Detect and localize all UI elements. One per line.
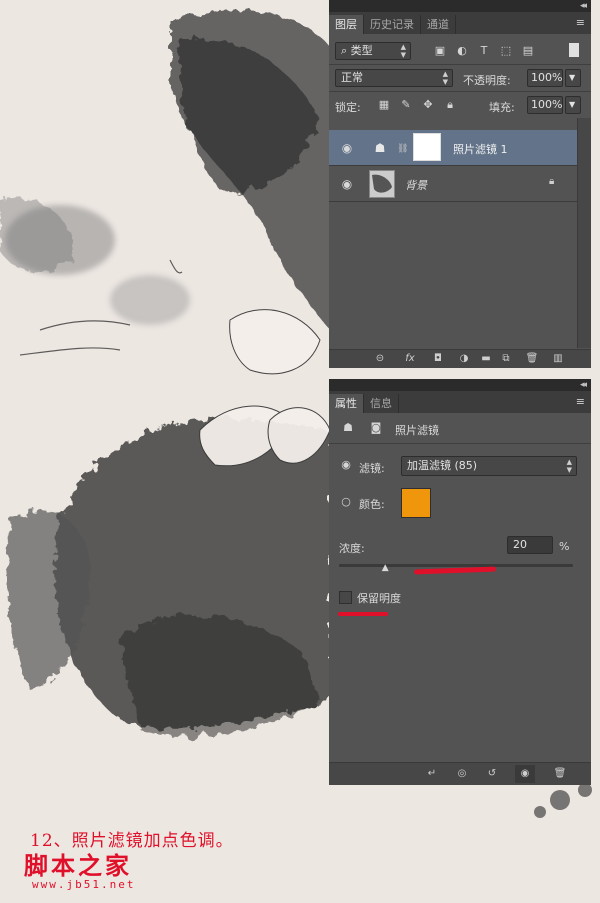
- add-mask-icon[interactable]: ◘: [431, 352, 445, 366]
- link-chain-icon[interactable]: ⛓: [397, 144, 408, 154]
- collapse-arrows-icon[interactable]: ◂◂: [580, 0, 587, 12]
- filter-row: ◉ 滤镜: 加温滤镜 (85) ▲ ▼: [329, 450, 591, 484]
- shape-filter-icon[interactable]: ⬚: [499, 44, 513, 58]
- properties-panel: ◂◂ 属性 信息 ≡ ☗ ◙ 照片滤镜 ◉ 滤镜: 加温滤镜 (85) ▲ ▼ ○…: [329, 379, 591, 785]
- clip-to-layer-icon[interactable]: ↵: [425, 767, 439, 781]
- blend-mode-select[interactable]: 正常 ▲ ▼: [335, 69, 453, 87]
- density-row: 浓度: 20 %: [329, 532, 591, 560]
- opacity-input[interactable]: 100%: [527, 69, 563, 87]
- view-previous-state-icon[interactable]: ◎: [455, 767, 469, 781]
- fx-icon[interactable]: fx: [403, 352, 417, 366]
- slider-thumb[interactable]: ▲: [382, 564, 389, 573]
- lock-transparent-icon[interactable]: ▦: [377, 98, 391, 112]
- blend-opacity-row: 正常 ▲ ▼ 不透明度: 100% ▼: [329, 65, 591, 91]
- fill-input[interactable]: 100%: [527, 96, 563, 114]
- preserve-luminosity-checkbox[interactable]: [339, 591, 352, 604]
- tab-info[interactable]: 信息: [364, 394, 399, 413]
- new-layer-icon[interactable]: ⧉: [499, 352, 513, 366]
- density-unit: %: [559, 540, 570, 553]
- select-arrows-icon: ▲ ▼: [442, 70, 448, 86]
- visibility-eye-icon[interactable]: ◉: [515, 765, 535, 783]
- collapse-arrows-icon[interactable]: ◂◂: [580, 379, 587, 391]
- type-filter-icon[interactable]: T: [477, 44, 491, 58]
- adjustment-filter-icon[interactable]: ◐: [455, 44, 469, 58]
- watermark-title: 脚本之家: [24, 851, 132, 880]
- tab-properties[interactable]: 属性: [329, 394, 364, 413]
- lock-fill-row: 锁定: ▦ ✎ ✥ 🔒︎ 填充: 100% ▼: [329, 92, 591, 118]
- layer-filter-row: ⌕ 类型 ▲ ▼ ▣ ◐ T ⬚ ▤: [329, 38, 591, 64]
- blend-mode-value: 正常: [341, 71, 363, 84]
- photo-filter-adjustment-icon: ☗: [374, 141, 386, 155]
- preserve-luminosity-label[interactable]: 保留明度: [357, 590, 401, 606]
- search-icon: ⌕: [341, 44, 351, 57]
- layers-tab-bar: 图层 历史记录 通道 ≡: [329, 12, 591, 34]
- panel-collapse-strip: ◂◂: [329, 379, 591, 391]
- filter-select[interactable]: 加温滤镜 (85) ▲ ▼: [401, 456, 577, 476]
- mask-icon[interactable]: ◙: [369, 421, 383, 435]
- thumbnail-art: [372, 174, 392, 193]
- link-layers-icon[interactable]: ⊝: [373, 352, 387, 366]
- highlight-underline-preserve: [338, 612, 388, 616]
- layer-lock-icon: 🔒︎: [549, 176, 555, 187]
- filter-radio-checked[interactable]: ◉: [339, 458, 353, 472]
- smart-object-filter-icon[interactable]: ▤: [521, 44, 535, 58]
- layer-name[interactable]: 照片滤镜 1: [453, 141, 508, 157]
- slider-track: [339, 564, 573, 567]
- tab-layers[interactable]: 图层: [329, 15, 364, 34]
- color-swatch[interactable]: [401, 488, 431, 518]
- lock-brush-icon[interactable]: ✎: [399, 98, 413, 112]
- layer-mask-thumbnail[interactable]: [413, 133, 441, 161]
- delete-layer-icon[interactable]: 🗑︎: [525, 352, 539, 366]
- color-radio-unchecked[interactable]: ○: [339, 495, 353, 509]
- new-adjustment-icon[interactable]: ◑: [457, 352, 471, 366]
- panel-menu-icon[interactable]: ≡: [576, 16, 585, 29]
- new-group-icon[interactable]: ▬: [479, 352, 493, 366]
- properties-tab-bar: 属性 信息 ≡: [329, 391, 591, 413]
- background-thumbnail: [369, 170, 395, 198]
- panel-menu-icon[interactable]: ≡: [576, 395, 585, 408]
- density-input[interactable]: 20: [507, 536, 553, 554]
- layer-row-background[interactable]: ◉ 背景 🔒︎: [329, 166, 577, 202]
- filter-kind-value: 类型: [350, 44, 373, 57]
- layers-bottom-toolbar: ⊝ fx ◘ ◑ ▬ ⧉ 🗑︎ ▥: [329, 349, 591, 368]
- filter-kind-select[interactable]: ⌕ 类型 ▲ ▼: [335, 42, 411, 60]
- preserve-luminosity-row: 保留明度: [329, 584, 591, 610]
- layer-row-photo-filter[interactable]: ◉ ☗ ⛓ 照片滤镜 1: [329, 130, 577, 166]
- properties-title: 照片滤镜: [395, 424, 439, 437]
- delete-adjustment-icon[interactable]: 🗑︎: [553, 767, 567, 781]
- properties-header: ☗ ◙ 照片滤镜: [329, 413, 591, 444]
- fill-dropdown-icon[interactable]: ▼: [565, 96, 581, 114]
- layer-list-scrollbar[interactable]: [577, 118, 591, 348]
- pixel-filter-icon[interactable]: ▣: [433, 44, 447, 58]
- lock-all-icon[interactable]: 🔒︎: [443, 98, 457, 112]
- photo-filter-adjustment-icon[interactable]: ☗: [341, 421, 355, 435]
- layer-list: ◉ ☗ ⛓ 照片滤镜 1 ◉ 背景 🔒︎: [329, 118, 591, 348]
- opacity-dropdown-icon[interactable]: ▼: [565, 69, 581, 87]
- select-arrows-icon: ▲ ▼: [566, 458, 572, 474]
- filter-toggle-icon[interactable]: [569, 43, 579, 57]
- tab-channels[interactable]: 通道: [421, 15, 456, 34]
- panel-collapse-strip: ◂◂: [329, 0, 591, 12]
- filter-select-value: 加温滤镜 (85): [407, 459, 478, 472]
- filter-label: 滤镜:: [359, 462, 385, 475]
- density-label: 浓度:: [339, 542, 365, 555]
- watermark-url: www.jb51.net: [32, 878, 136, 891]
- color-label: 颜色:: [359, 498, 385, 511]
- fill-label: 填充:: [489, 101, 515, 114]
- lock-position-icon[interactable]: ✥: [421, 98, 435, 112]
- opacity-label: 不透明度:: [463, 74, 511, 87]
- layers-panel: ◂◂ 图层 历史记录 通道 ≡ ⌕ 类型 ▲ ▼ ▣ ◐ T ⬚ ▤ 正常 ▲ ▼ …: [329, 0, 591, 368]
- select-arrows-icon: ▲ ▼: [400, 43, 406, 59]
- layer-name[interactable]: 背景: [405, 177, 427, 193]
- trash-icon[interactable]: ▥: [551, 352, 565, 366]
- visibility-eye-icon[interactable]: ◉: [339, 176, 355, 192]
- visibility-eye-icon[interactable]: ◉: [339, 140, 355, 156]
- reset-icon[interactable]: ↺: [485, 767, 499, 781]
- color-row: ○ 颜色:: [329, 484, 591, 522]
- lock-label: 锁定:: [335, 101, 361, 114]
- tab-history[interactable]: 历史记录: [364, 15, 421, 34]
- properties-bottom-toolbar: ↵ ◎ ↺ ◉ 🗑︎: [329, 762, 591, 785]
